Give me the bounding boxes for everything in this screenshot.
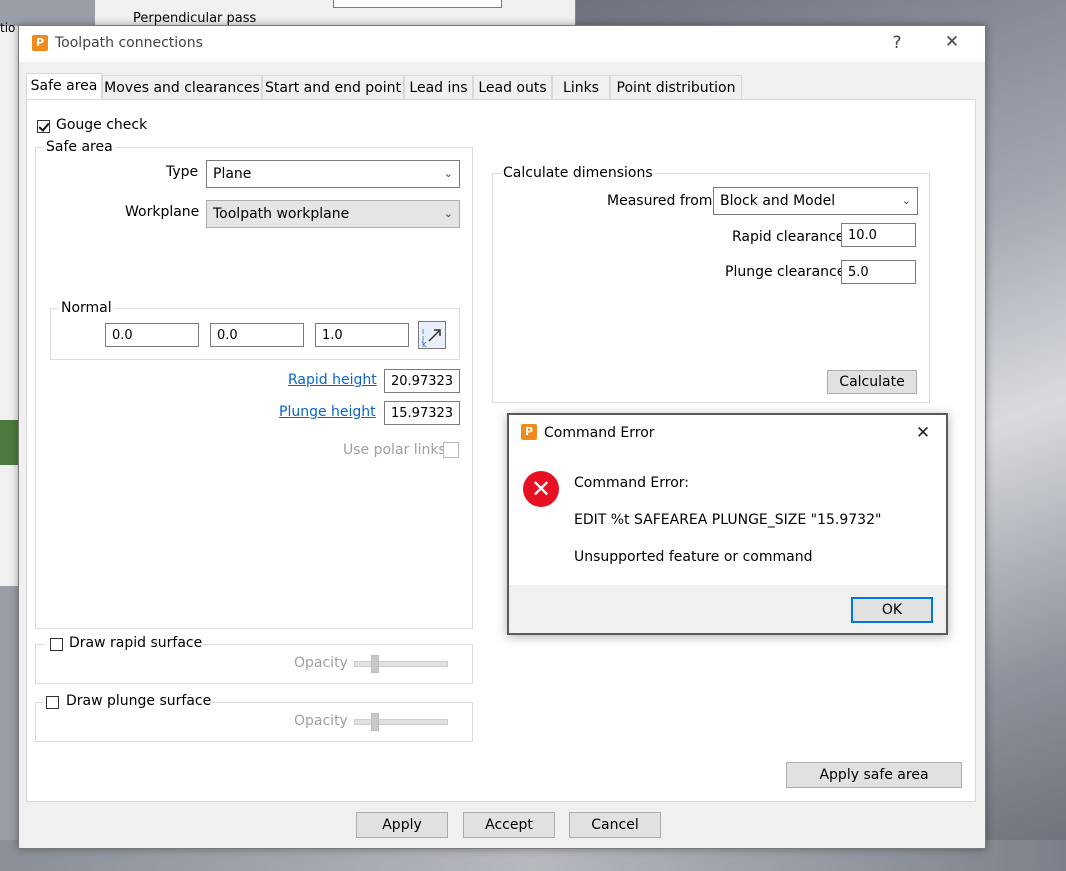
type-dropdown[interactable]: Plane ⌄ [206,160,460,188]
app-logo-icon: P [32,35,48,51]
error-body: ✕ Command Error: EDIT %t SAFEAREA PLUNGE… [509,453,946,585]
plunge-opacity-slider-thumb[interactable] [371,713,379,731]
rapid-height-link[interactable]: Rapid height [288,372,377,388]
measured-from-dropdown[interactable]: Block and Model ⌄ [713,187,918,215]
rapid-clearance-field[interactable]: 10.0 [841,223,916,247]
workplane-label: Workplane [125,204,200,220]
tab-lead-ins[interactable]: Lead ins [404,75,473,100]
direction-picker-icon[interactable]: I J K [418,321,446,349]
measured-from-value: Block and Model [720,193,836,209]
error-title: Command Error [544,425,655,441]
apply-safe-area-button[interactable]: Apply safe area [786,762,962,788]
polar-links-label: Use polar links [343,442,446,458]
app-logo-icon: P [521,424,537,440]
chevron-down-icon: ⌄ [443,207,453,220]
plunge-opacity-label: Opacity [294,713,348,729]
draw-rapid-surface-checkbox[interactable] [50,638,63,651]
tab-moves-and-clearances[interactable]: Moves and clearances [102,75,262,100]
background-window-field [333,0,502,8]
normal-legend: Normal [59,300,114,316]
safe-area-legend: Safe area [44,139,115,155]
error-command-text: EDIT %t SAFEAREA PLUNGE_SIZE "15.9732" [574,512,882,528]
background-model-fragment [0,420,18,465]
command-error-dialog: P Command Error ✕ ✕ Command Error: EDIT … [507,413,948,635]
tab-start-and-end-point[interactable]: Start and end point [262,75,404,100]
apply-button[interactable]: Apply [356,812,448,838]
ok-button[interactable]: OK [851,597,933,623]
calculate-dimensions-legend: Calculate dimensions [501,165,655,181]
chevron-down-icon: ⌄ [901,194,911,207]
type-value: Plane [213,166,252,182]
normal-z-field[interactable]: 1.0 [315,323,409,347]
draw-rapid-surface-group: Draw rapid surface Opacity [35,635,473,684]
safe-area-group: Safe area Type Plane ⌄ Workplane Toolpat… [35,139,473,629]
error-heading: Command Error: [574,475,690,491]
background-side-panel: tio [0,21,20,586]
rapid-opacity-slider[interactable] [354,661,448,667]
tab-point-distribution[interactable]: Point distribution [610,75,742,100]
error-title-bar: P Command Error ✕ [509,415,946,453]
dialog-title-bar: P Toolpath connections ? ✕ [19,26,985,62]
calculate-button[interactable]: Calculate [827,370,917,394]
plunge-opacity-slider[interactable] [354,719,448,725]
plunge-clearance-label: Plunge clearance [725,264,846,280]
tab-lead-outs[interactable]: Lead outs [473,75,552,100]
measured-from-label: Measured from [607,193,713,209]
chevron-down-icon: ⌄ [443,167,453,180]
polar-links-checkbox[interactable] [443,442,459,458]
close-button[interactable]: ✕ [939,32,965,52]
accept-button[interactable]: Accept [463,812,555,838]
gouge-check-checkbox[interactable] [37,120,50,133]
workplane-dropdown[interactable]: Toolpath workplane ⌄ [206,200,460,228]
rapid-opacity-slider-thumb[interactable] [371,655,379,673]
cancel-button[interactable]: Cancel [569,812,661,838]
type-label: Type [166,164,199,180]
background-window-label: Perpendicular pass [133,11,257,26]
calculate-dimensions-group: Calculate dimensions Measured from Block… [492,165,930,403]
plunge-height-field[interactable]: 15.97323 [384,401,460,425]
rapid-height-field[interactable]: 20.97323 [384,369,460,393]
gouge-check-label: Gouge check [56,117,148,133]
background-side-label: tio [0,21,16,35]
normal-y-field[interactable]: 0.0 [210,323,304,347]
error-close-button[interactable]: ✕ [911,423,935,443]
normal-group: Normal 0.0 0.0 1.0 I J K [50,300,460,360]
plunge-clearance-field[interactable]: 5.0 [841,260,916,284]
tab-safe-area[interactable]: Safe area [26,73,102,100]
rapid-clearance-label: Rapid clearance [732,229,845,245]
draw-plunge-surface-checkbox[interactable] [46,696,59,709]
rapid-opacity-label: Opacity [294,655,348,671]
dialog-title: Toolpath connections [55,35,203,51]
draw-rapid-surface-label: Draw rapid surface [69,635,203,651]
tab-links[interactable]: Links [552,75,610,100]
svg-text:K: K [422,341,427,348]
workplane-value: Toolpath workplane [213,206,350,222]
normal-x-field[interactable]: 0.0 [105,323,199,347]
plunge-height-link[interactable]: Plunge height [279,404,376,420]
background-window: Perpendicular pass [95,0,576,26]
error-x-icon: ✕ [523,471,559,507]
draw-plunge-surface-group: Draw plunge surface Opacity [35,693,473,742]
help-button[interactable]: ? [885,33,909,53]
error-message: Unsupported feature or command [574,549,813,565]
draw-plunge-surface-label: Draw plunge surface [66,693,212,709]
